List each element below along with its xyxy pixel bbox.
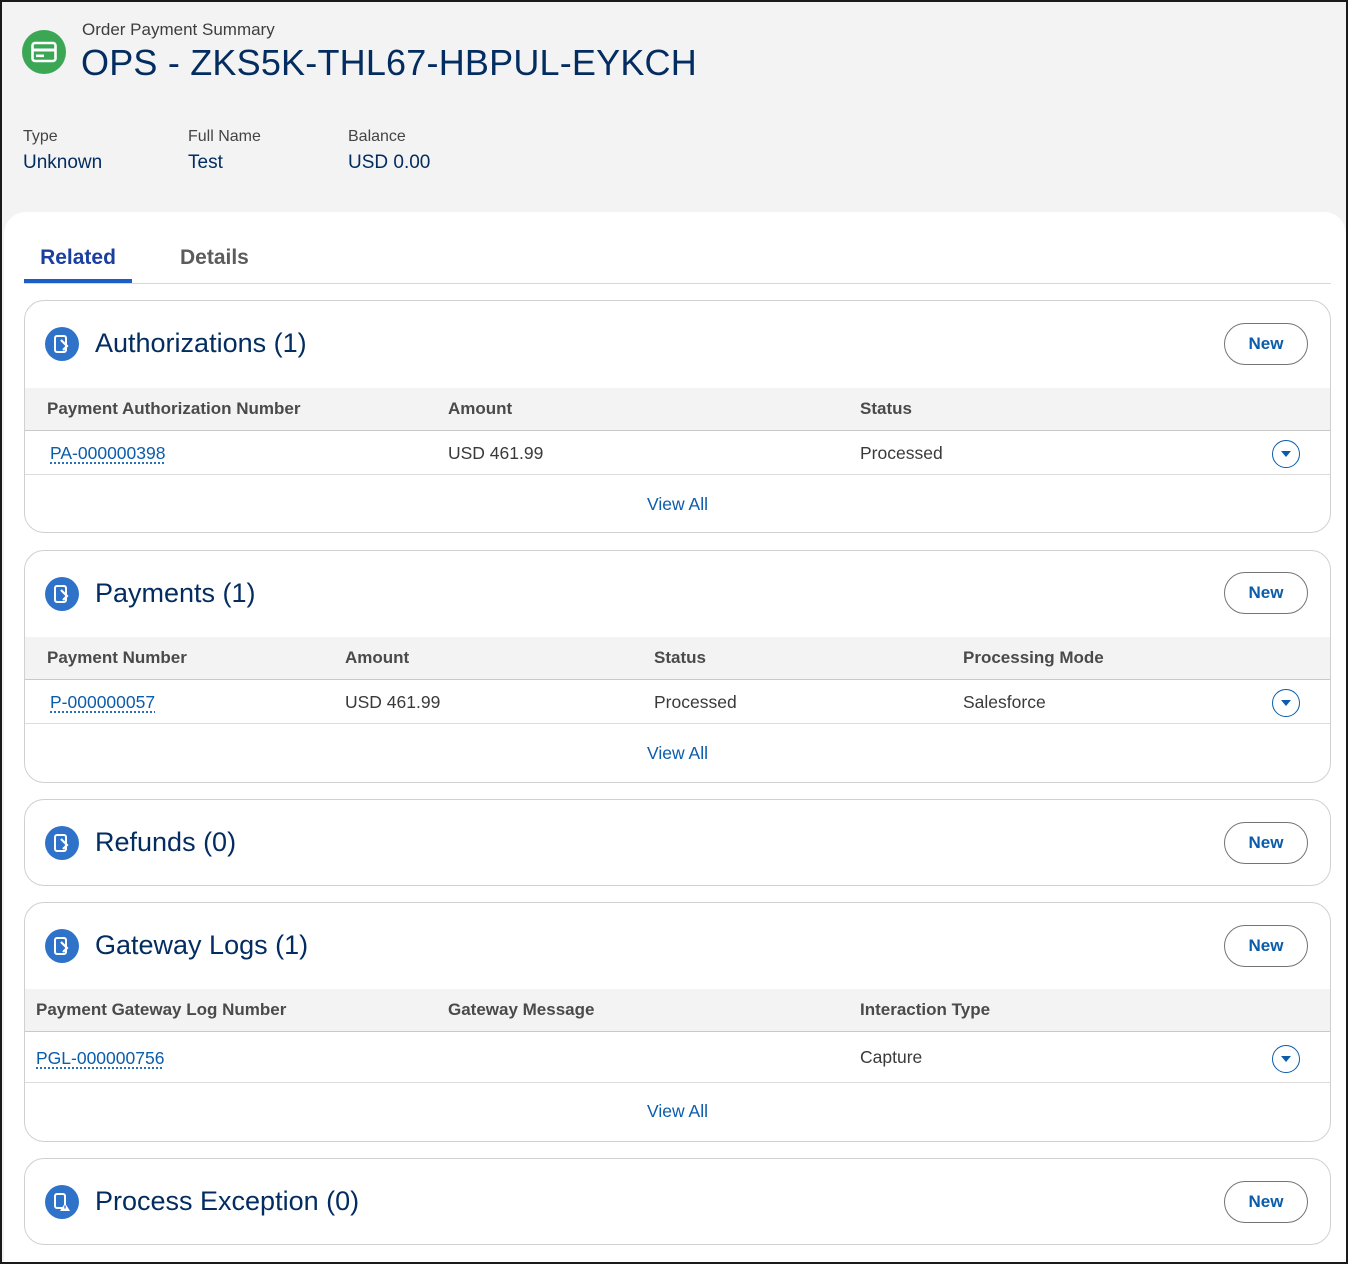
view-all-link[interactable]: View All (25, 1101, 1330, 1122)
new-process-exception-button[interactable]: New (1224, 1181, 1308, 1223)
new-authorization-button[interactable]: New (1224, 323, 1308, 365)
payment-icon (45, 577, 79, 611)
new-payment-button[interactable]: New (1224, 572, 1308, 614)
field-value: USD 0.00 (348, 152, 431, 173)
view-all-link[interactable]: View All (25, 743, 1330, 764)
table-row: PA-000000398 USD 461.99 Processed (25, 431, 1330, 475)
record-link[interactable]: P-000000057 (50, 692, 155, 713)
field-value: Unknown (23, 152, 103, 173)
cell-processing-mode: Salesforce (963, 692, 1046, 712)
new-gateway-log-button[interactable]: New (1224, 925, 1308, 967)
column-header[interactable]: Interaction Type (860, 1000, 990, 1020)
table-header: Payment Gateway Log Number Gateway Messa… (25, 989, 1330, 1032)
record-title: OPS - ZKS5K-THL67-HBPUL-EYKCH (81, 42, 697, 83)
cell-interaction-type: Capture (860, 1047, 923, 1067)
column-header[interactable]: Payment Gateway Log Number (36, 1000, 286, 1020)
related-list-authorizations: Authorizations (1) New Payment Authoriza… (24, 300, 1331, 533)
row-actions-chevron-down-icon[interactable] (1272, 440, 1300, 468)
cell-status: Processed (860, 443, 943, 463)
new-refund-button[interactable]: New (1224, 822, 1308, 864)
row-actions-chevron-down-icon[interactable] (1272, 689, 1300, 717)
field-label: Full Name (188, 128, 261, 145)
payment-icon (45, 929, 79, 963)
related-list-process-exception: Process Exception (0) New (24, 1158, 1331, 1245)
column-header[interactable]: Gateway Message (448, 1000, 594, 1020)
highlight-field-full-name: Full Name Test (188, 128, 261, 174)
credit-card-icon (22, 30, 66, 74)
highlight-field-balance: Balance USD 0.00 (348, 128, 430, 174)
related-list-payments: Payments (1) New Payment Number Amount S… (24, 550, 1331, 783)
column-header[interactable]: Status (654, 648, 706, 668)
field-label: Balance (348, 128, 406, 145)
main-panel: Related Details Authorizations (1) New P… (4, 212, 1346, 1262)
card-title: Payments (1) (95, 578, 256, 608)
record-page: Order Payment Summary OPS - ZKS5K-THL67-… (0, 0, 1348, 1264)
cell-amount: USD 461.99 (448, 443, 544, 463)
payment-icon (45, 327, 79, 361)
field-label: Type (23, 128, 58, 145)
table-row: PGL-000000756 Capture (25, 1032, 1330, 1083)
cell-amount: USD 461.99 (345, 692, 441, 712)
payment-icon (45, 826, 79, 860)
column-header[interactable]: Status (860, 399, 912, 419)
record-link[interactable]: PGL-000000756 (36, 1048, 164, 1069)
record-link[interactable]: PA-000000398 (50, 443, 165, 464)
highlight-field-type: Type Unknown (23, 128, 102, 174)
field-value: Test (188, 152, 223, 173)
card-title: Gateway Logs (1) (95, 930, 309, 960)
column-header[interactable]: Amount (448, 399, 512, 419)
column-header[interactable]: Processing Mode (963, 648, 1104, 668)
tab-bar: Related Details (24, 244, 1331, 284)
column-header[interactable]: Amount (345, 648, 409, 668)
table-row: P-000000057 USD 461.99 Processed Salesfo… (25, 680, 1330, 724)
cell-status: Processed (654, 692, 737, 712)
view-all-link[interactable]: View All (25, 494, 1330, 515)
related-list-gateway-logs: Gateway Logs (1) New Payment Gateway Log… (24, 902, 1331, 1142)
table-header: Payment Authorization Number Amount Stat… (25, 388, 1330, 431)
process-exception-icon (45, 1185, 79, 1219)
related-list-refunds: Refunds (0) New (24, 799, 1331, 886)
card-title: Refunds (0) (95, 827, 237, 857)
object-type-label: Order Payment Summary (82, 20, 275, 39)
card-title: Process Exception (0) (95, 1186, 360, 1216)
tab-related[interactable]: Related (24, 244, 132, 283)
table-header: Payment Number Amount Status Processing … (25, 637, 1330, 680)
column-header[interactable]: Payment Number (47, 648, 187, 668)
card-title: Authorizations (1) (95, 328, 307, 358)
column-header[interactable]: Payment Authorization Number (47, 399, 300, 419)
tab-details[interactable]: Details (180, 244, 249, 283)
row-actions-chevron-down-icon[interactable] (1272, 1045, 1300, 1073)
